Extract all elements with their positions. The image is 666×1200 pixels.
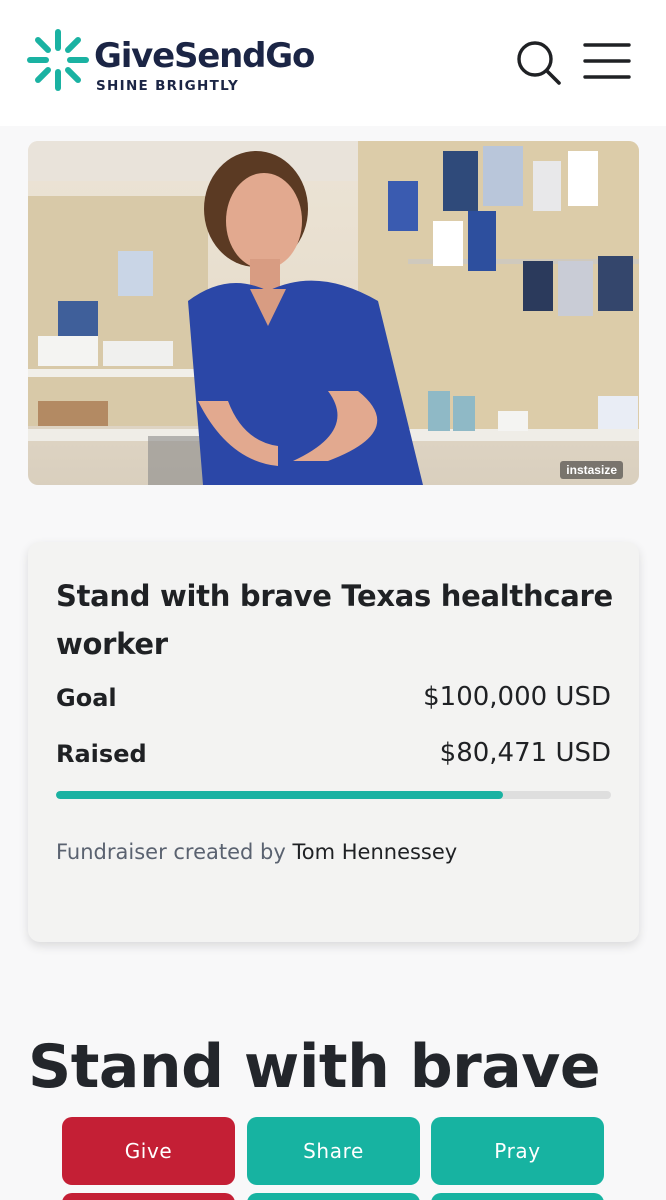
give-button[interactable]: Give: [62, 1117, 235, 1185]
creator-name-link[interactable]: Tom Hennessey: [293, 840, 458, 864]
raised-value: $80,471 USD: [439, 738, 611, 768]
photo-watermark: instasize: [560, 461, 623, 479]
campaign-summary-card: Stand with brave Texas healthcare worker…: [28, 542, 639, 942]
site-header: GiveSendGo SHINE BRIGHTLY: [0, 0, 666, 126]
secondary-button-peek[interactable]: [247, 1193, 420, 1200]
brand-name: GiveSendGo: [94, 36, 315, 76]
brand-tagline: SHINE BRIGHTLY: [96, 78, 240, 94]
secondary-button-peek[interactable]: [62, 1193, 235, 1200]
hero-photo: [28, 141, 639, 485]
share-button[interactable]: Share: [247, 1117, 420, 1185]
fundraiser-creator: Fundraiser created by Tom Hennessey: [56, 840, 457, 864]
creator-prefix: Fundraiser created by: [56, 840, 293, 864]
funding-progress-fill: [56, 791, 503, 799]
campaign-hero-image: instasize: [28, 141, 639, 485]
goal-value: $100,000 USD: [423, 682, 611, 712]
funding-progress-bar: [56, 791, 611, 799]
goal-label: Goal: [56, 684, 117, 712]
pray-button[interactable]: Pray: [431, 1117, 604, 1185]
sunburst-logo-icon: [27, 29, 89, 91]
raised-label: Raised: [56, 740, 147, 768]
hamburger-menu-icon[interactable]: [582, 40, 632, 82]
campaign-title: Stand with brave Texas healthcare worker: [56, 579, 613, 661]
secondary-button-peek[interactable]: [431, 1193, 604, 1200]
brand-logo[interactable]: GiveSendGo SHINE BRIGHTLY: [26, 28, 346, 98]
search-icon[interactable]: [514, 38, 562, 86]
page-title: Stand with brave: [28, 1032, 601, 1102]
